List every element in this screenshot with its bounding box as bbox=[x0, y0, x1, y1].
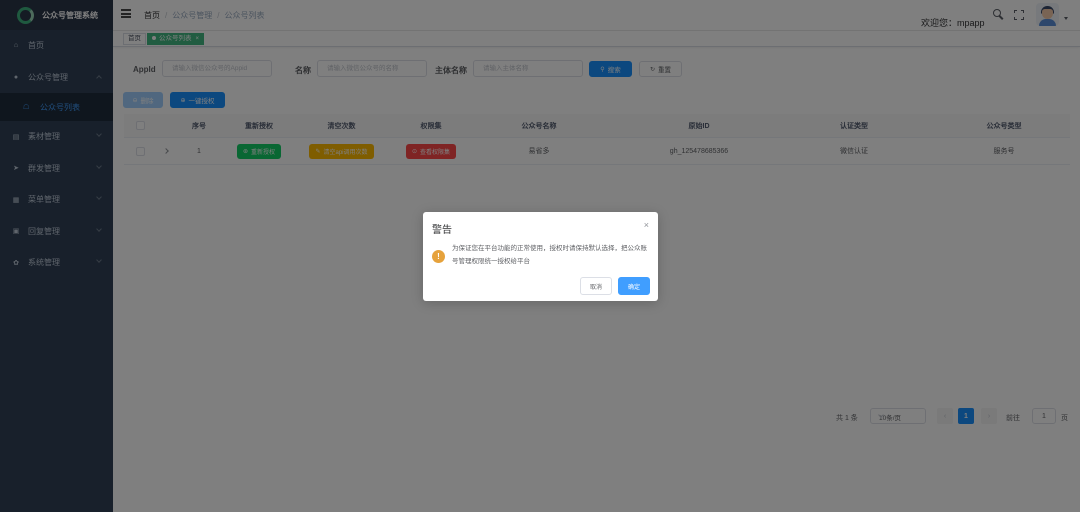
confirm-button[interactable]: 确定 bbox=[618, 277, 650, 295]
warning-dialog: 警告 × ! 为保证您在平台功能的正常使用，授权时请保持默认选择，把公众账号管理… bbox=[423, 212, 658, 301]
warning-icon: ! bbox=[432, 250, 445, 263]
cancel-button[interactable]: 取消 bbox=[580, 277, 612, 295]
close-icon[interactable]: × bbox=[644, 220, 649, 230]
dialog-title: 警告 bbox=[432, 225, 452, 236]
dialog-message: 为保证您在平台功能的正常使用，授权时请保持默认选择，把公众账号管理权限统一授权给… bbox=[452, 245, 647, 265]
